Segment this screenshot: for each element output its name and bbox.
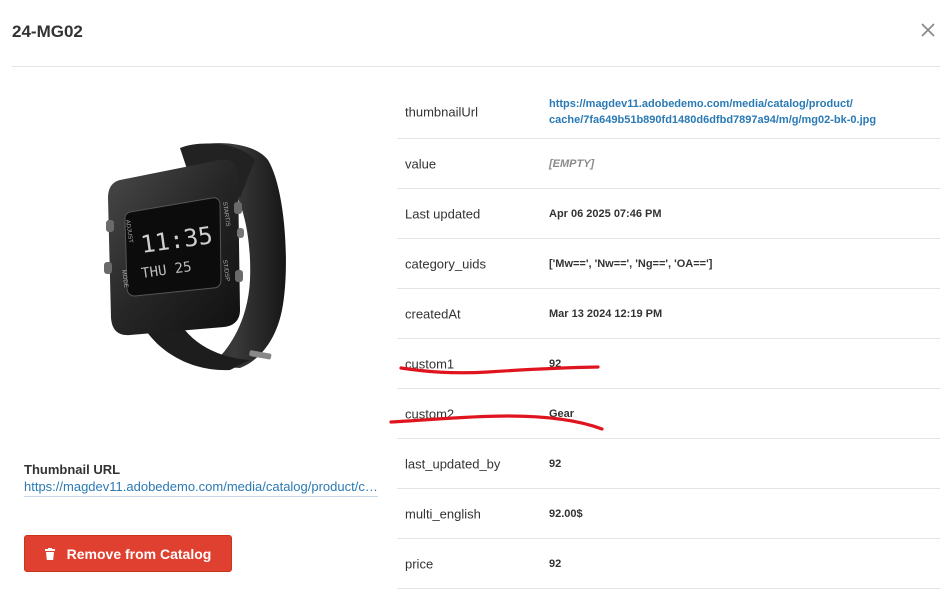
- attr-key: custom1: [405, 356, 455, 371]
- modal-header: 24-MG02: [12, 0, 940, 67]
- attr-row-value: value [EMPTY]: [397, 139, 940, 189]
- product-image: 11:35 THU 25 ADJUST MODE START/S ST/DSP: [90, 120, 305, 380]
- attr-row-multi-english: multi_english 92.00$: [397, 489, 940, 539]
- attr-key: Last updated: [405, 206, 481, 221]
- attr-row-last-updated-by: last_updated_by 92: [397, 439, 940, 489]
- attr-value: 92.00$: [549, 507, 583, 520]
- attr-value-line-2: cache/7fa649b51b890fd1480d6dfbd7897a94/m…: [549, 114, 877, 126]
- thumbnail-url-link[interactable]: https://magdev11.adobedemo.com/media/cat…: [24, 479, 378, 497]
- remove-button-label: Remove from Catalog: [66, 545, 212, 562]
- attr-key: multi_english: [405, 506, 481, 521]
- trash-icon: [44, 547, 55, 560]
- attr-row-category-uids: category_uids ['Mw==', 'Nw==', 'Ng==', '…: [397, 239, 940, 289]
- attr-value-link[interactable]: https://magdev11.adobedemo.com/media/cat…: [549, 96, 879, 128]
- attr-key: value: [405, 156, 437, 171]
- attr-row-thumbnailurl: thumbnailUrl https://magdev11.adobedemo.…: [397, 86, 940, 139]
- attr-row-custom1: custom1 92: [397, 339, 940, 389]
- thumbnail-label: Thumbnail URL: [24, 462, 121, 477]
- attr-key: thumbnailUrl: [405, 104, 478, 120]
- product-title: 24-MG02: [12, 22, 83, 41]
- attr-value: Apr 06 2025 07:46 PM: [549, 207, 662, 220]
- remove-from-catalog-button[interactable]: Remove from Catalog: [24, 535, 232, 572]
- attr-value-line-1: https://magdev11.adobedemo.com/media/cat…: [549, 98, 853, 110]
- attr-row-createdat: createdAt Mar 13 2024 12:19 PM: [397, 289, 940, 339]
- attr-value: 92: [549, 457, 562, 470]
- attr-key: category_uids: [405, 256, 486, 271]
- attr-value: 92: [549, 557, 562, 570]
- attr-value: [EMPTY]: [549, 157, 595, 170]
- attr-value: 92: [549, 357, 562, 370]
- attr-value: Mar 13 2024 12:19 PM: [549, 307, 663, 320]
- attributes-table: thumbnailUrl https://magdev11.adobedemo.…: [397, 86, 940, 589]
- attr-row-price: price 92: [397, 539, 940, 589]
- attr-row-custom2: custom2 Gear: [397, 389, 940, 439]
- thumbnail-section: Thumbnail URL https://magdev11.adobedemo…: [24, 462, 380, 497]
- close-button[interactable]: [918, 20, 938, 40]
- attr-key: createdAt: [405, 306, 461, 321]
- attr-key: custom2: [405, 406, 455, 421]
- attr-key: price: [405, 556, 434, 571]
- attr-value: Gear: [549, 407, 575, 420]
- close-icon: [921, 23, 935, 37]
- attr-value: ['Mw==', 'Nw==', 'Ng==', 'OA==']: [549, 257, 713, 270]
- attr-key: last_updated_by: [405, 456, 501, 471]
- attr-row-last-updated: Last updated Apr 06 2025 07:46 PM: [397, 189, 940, 239]
